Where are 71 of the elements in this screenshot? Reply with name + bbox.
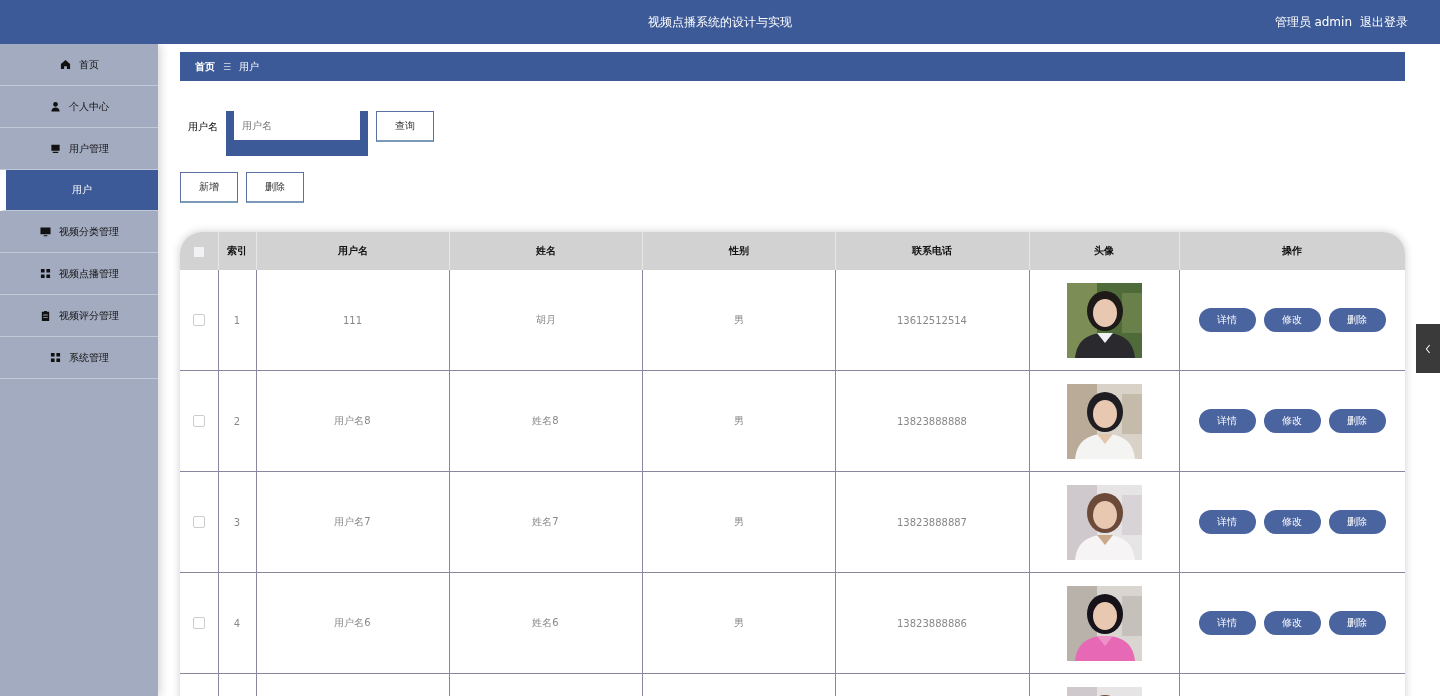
table-cell: 男 [733,617,744,628]
row-checkbox[interactable] [192,516,205,528]
logout-link[interactable]: 退出登录 [1360,13,1408,31]
grid-icon [39,268,51,279]
table-cell: 胡月 [535,314,556,325]
column-header: 联系电话 [835,232,1029,270]
row-action-button[interactable]: 删除 [1328,611,1386,635]
grid-icon [49,352,61,363]
column-header: 头像 [1029,232,1179,270]
table-cell: 男 [733,516,744,527]
search-button[interactable]: 查询 [376,111,434,142]
row-action-button[interactable]: 修改 [1263,510,1321,534]
sidebar-item[interactable]: 用户 [0,170,158,211]
table-cell: 1 [233,314,241,326]
column-header: 姓名 [449,232,642,270]
row-action-button[interactable]: 详情 [1198,409,1256,433]
column-header: 操作 [1179,232,1405,270]
row-action-button[interactable]: 删除 [1328,409,1386,433]
desktop-icon [39,226,51,237]
table-cell: 13823888887 [897,516,967,528]
table-cell: 13823888888 [897,415,967,427]
home-icon [59,59,71,70]
row-checkbox[interactable] [192,314,205,326]
person-icon [49,101,61,112]
table-cell: 13823888886 [897,617,967,629]
sidebar-item[interactable]: 视频分类管理 [0,211,158,253]
column-header: 性别 [642,232,835,270]
breadcrumb-link[interactable]: 首页 [195,59,215,74]
monitor-icon [49,143,61,154]
row-checkbox[interactable] [192,617,205,629]
table-cell: 姓名6 [532,617,559,628]
row-action-button[interactable]: 详情 [1198,510,1256,534]
field-label: 用户名 [188,120,218,134]
row-action-button[interactable]: 详情 [1198,308,1256,332]
table-cell: 男 [733,415,744,426]
action-button[interactable]: 删除 [246,172,304,203]
chevron-left-icon [1424,342,1432,355]
row-action-button[interactable]: 删除 [1328,510,1386,534]
table-cell: 姓名8 [532,415,559,426]
table-cell: 13612512514 [897,314,967,326]
column-header: 用户名 [256,232,449,270]
table-cell: 用户名7 [334,516,371,527]
breadcrumb-current: 用户 [239,59,260,74]
collapse-tab[interactable] [1416,324,1440,373]
table-cell: 用户名8 [334,415,371,426]
row-action-button[interactable]: 修改 [1263,409,1321,433]
row-action-button[interactable]: 修改 [1263,308,1321,332]
sidebar-item[interactable]: 首页 [0,44,158,86]
table-cell: 3 [233,516,241,528]
table-cell: 4 [233,617,241,629]
table-cell: 111 [342,314,363,326]
sidebar-item[interactable]: 视频评分管理 [0,295,158,337]
table-cell: 男 [733,314,744,325]
table-cell: 用户名6 [334,617,371,628]
select-all-checkbox[interactable] [193,246,204,257]
app-title: 视频点播系统的设计与实现 [648,13,792,31]
sidebar-item[interactable]: 视频点播管理 [0,253,158,295]
sidebar-item[interactable]: 系统管理 [0,337,158,379]
table-cell: 姓名7 [532,516,559,527]
row-checkbox[interactable] [192,415,205,427]
table-cell: 2 [233,415,241,427]
admin-label: 管理员 admin [1274,13,1352,31]
row-action-button[interactable]: 详情 [1198,611,1256,635]
search-field[interactable]: 用户名 [226,111,368,156]
action-button[interactable]: 新增 [180,172,238,203]
sidebar-item[interactable]: 个人中心 [0,86,158,128]
clipboard-icon [39,310,51,321]
breadcrumb-separator: ☰ [223,61,232,72]
column-header: 索引 [218,232,256,270]
row-action-button[interactable]: 删除 [1328,308,1386,332]
row-action-button[interactable]: 修改 [1263,611,1321,635]
